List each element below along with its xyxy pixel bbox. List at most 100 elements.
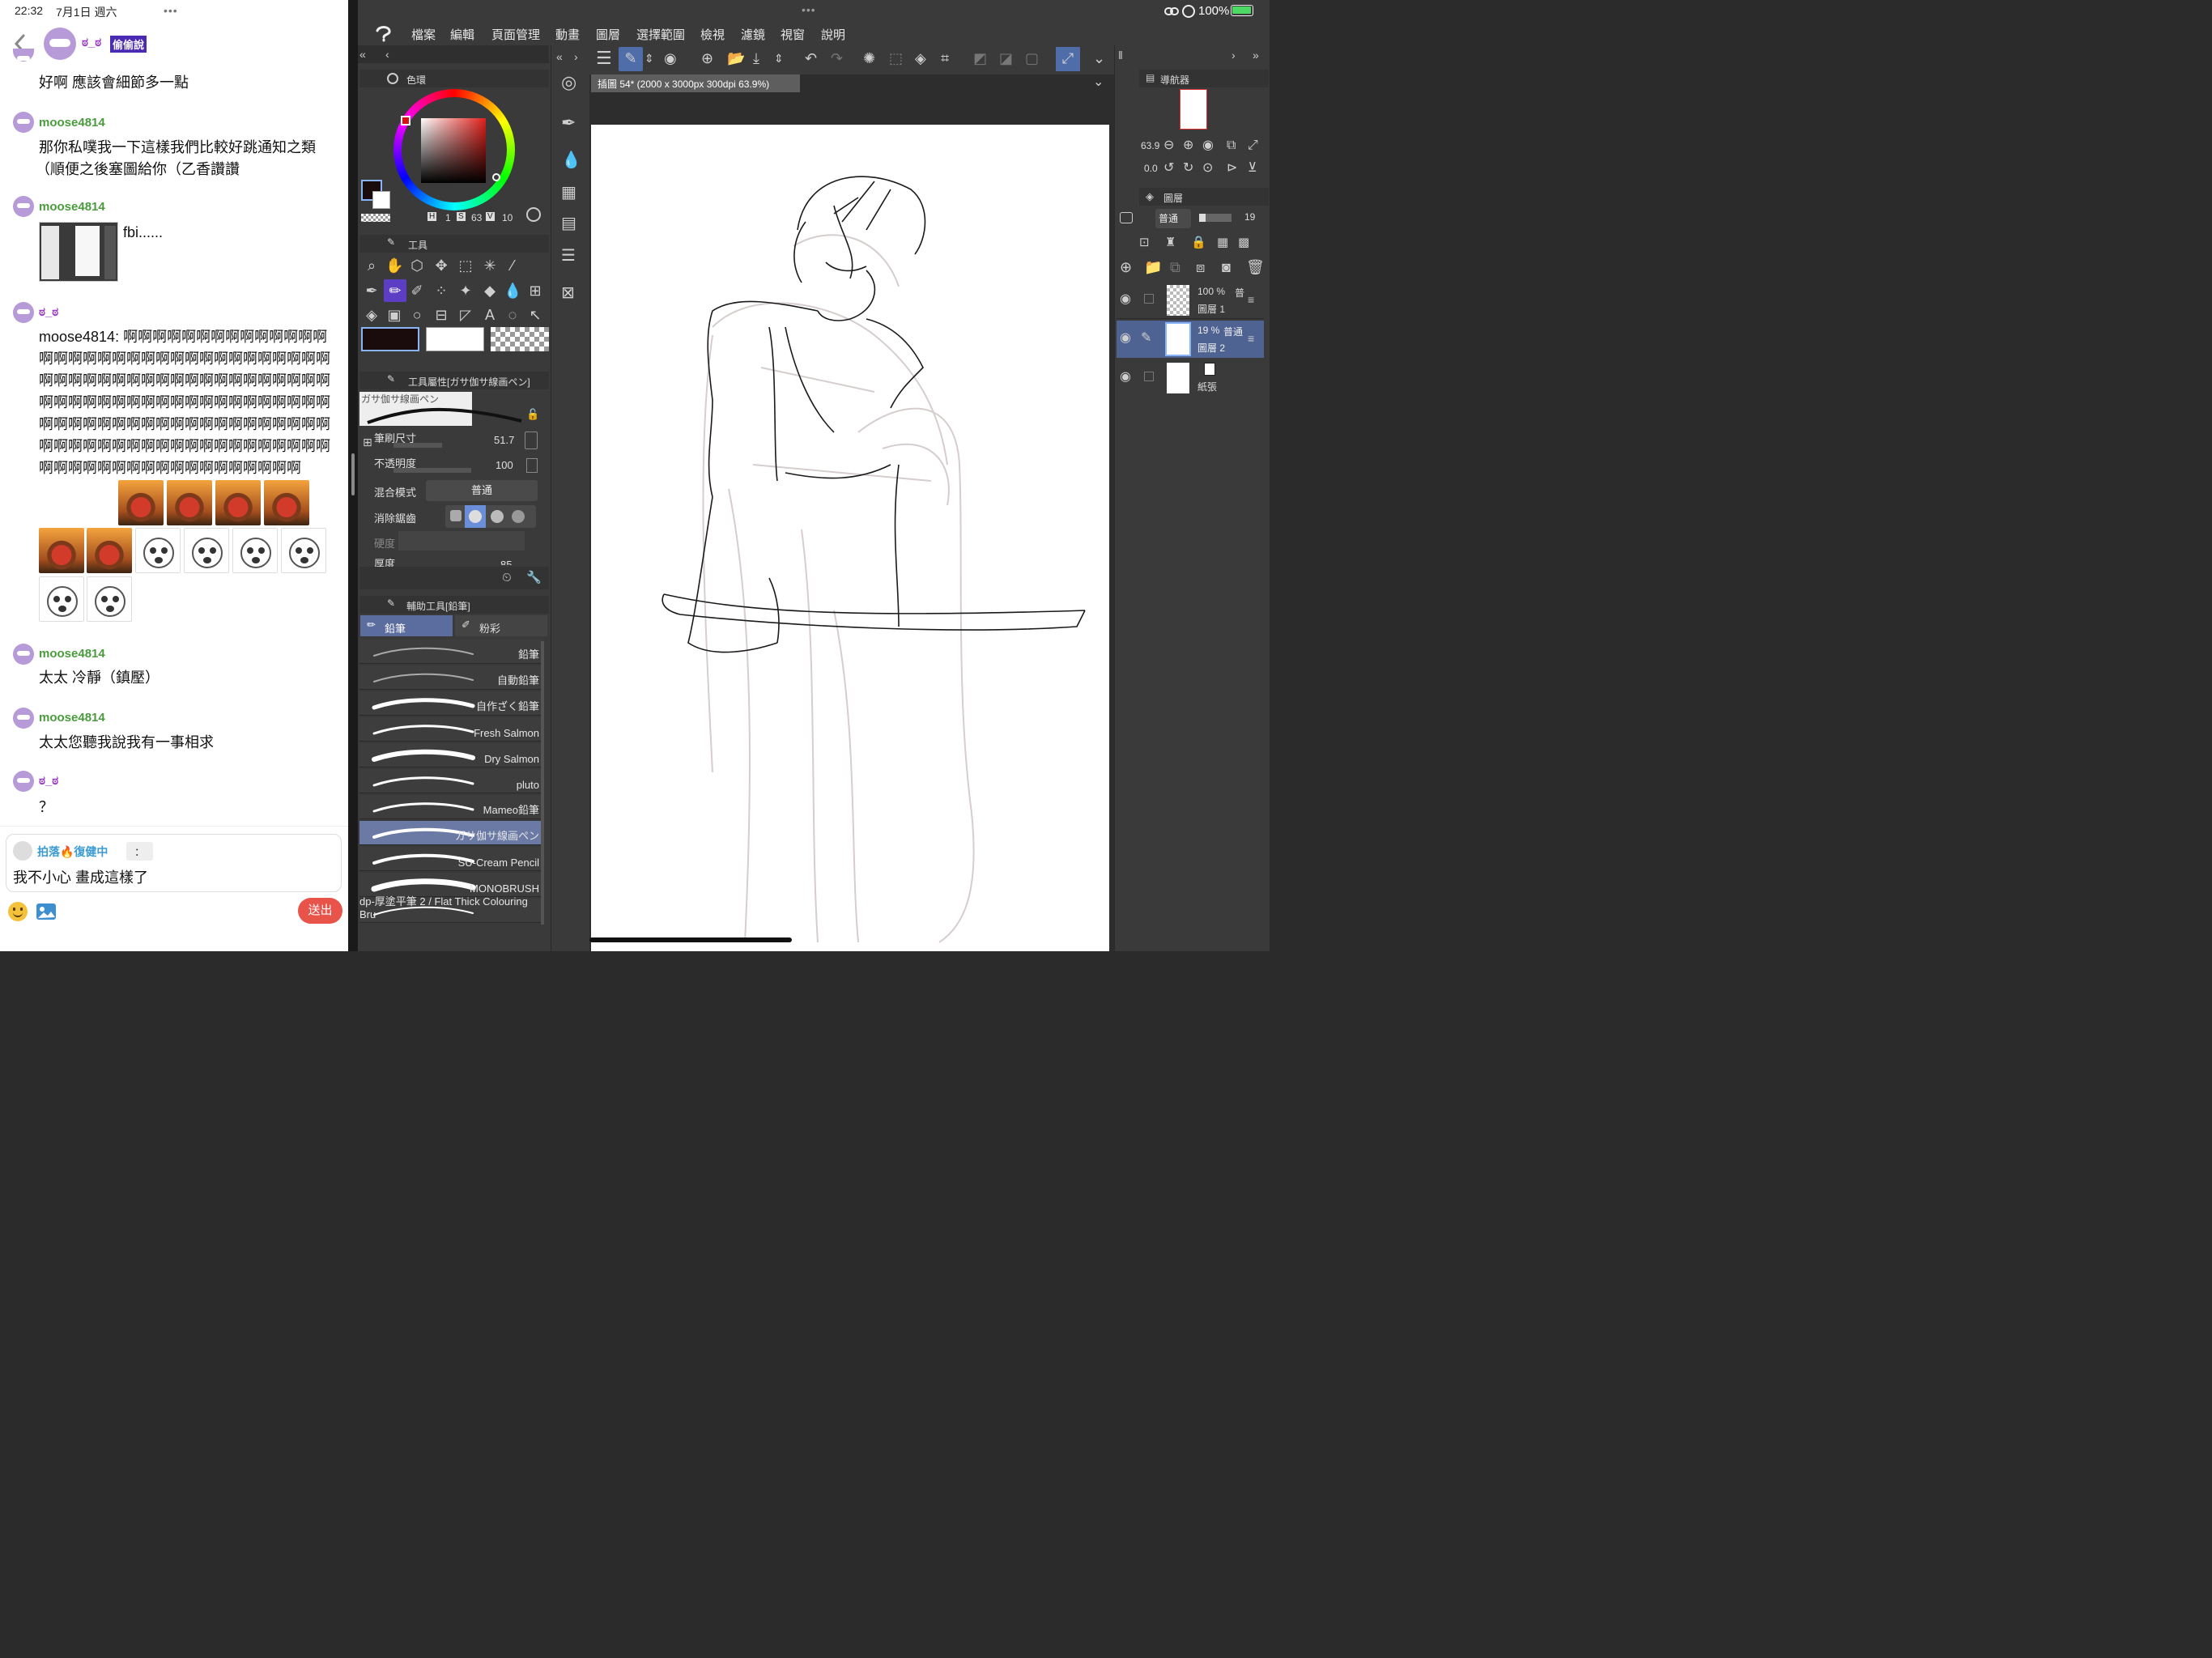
brush-item[interactable]: SU-Cream Pencil [359,847,542,871]
menu-edit[interactable]: 編輯 [450,26,474,43]
opacity-value[interactable]: 100 [496,459,513,471]
message-username[interactable]: moose4814 [39,116,105,130]
hardness-selector[interactable] [398,531,525,551]
eyedropper-icon[interactable]: ⁄ [504,257,521,274]
brush-item[interactable]: Mameo鉛筆 [359,795,542,819]
text-tool-icon[interactable]: A [481,307,499,323]
sub-color-bar[interactable] [426,327,484,351]
color-picker-cursor[interactable] [492,173,500,181]
document-tab[interactable]: 插圖 54* (2000 x 3000px 300dpi 63.9%) [591,74,800,92]
decoration-icon[interactable]: ✦ [457,283,474,299]
navigator-preview[interactable] [1180,89,1207,130]
merge-down-icon[interactable]: ⧉ [1170,259,1180,275]
composer-text[interactable]: 我不小心 畫成這樣了 [13,866,148,887]
layer-row[interactable]: ◉ 100 % 普 圖層 1 ≡ [1117,282,1264,319]
fit-window-icon[interactable]: ⤢ [1248,138,1258,154]
chevron-left-icon[interactable]: ‹ [385,46,389,62]
select-clear-icon[interactable]: ⬚ [889,50,903,66]
loading-icon[interactable]: ✺ [863,50,875,66]
zoom-tool-icon[interactable]: ⌕ [363,257,381,274]
multitask-dots[interactable]: ••• [164,4,178,17]
collapse-icon[interactable]: « [556,49,563,65]
ruler-tool-icon[interactable]: ◸ [457,307,474,323]
frame-tool-icon[interactable]: ⊟ [432,307,450,323]
new-folder-icon[interactable]: 📁 [1144,259,1162,275]
lock-transparency-icon[interactable]: ▦ [1217,235,1228,251]
reference-layer-icon[interactable]: ♜ [1165,235,1176,251]
actual-size-icon[interactable]: ⧉ [1227,138,1236,154]
blend-mode-select[interactable]: 普通 [426,480,538,501]
lock-icon[interactable]: 🔓 [526,406,539,423]
sticker-image[interactable] [39,576,84,622]
message-username[interactable]: moose4814 [39,200,105,214]
timeline-icon[interactable]: ▤ [561,215,576,232]
balloon-tool-icon[interactable]: ◌ [504,307,521,323]
layer-blend-select[interactable]: 普通 [1155,209,1191,228]
grip-icon[interactable]: ‖ [1118,47,1123,63]
layer-check[interactable] [1144,294,1154,304]
color-wheel[interactable] [393,89,515,210]
zoom-value[interactable]: 63.9 [1141,140,1159,151]
multitask-dots[interactable]: ••• [802,3,816,16]
correct-line-icon[interactable]: ↖ [526,307,544,323]
crop-icon[interactable]: ⌗ [941,50,949,66]
spiral-icon[interactable]: ◉ [664,50,677,66]
sub-color-swatch[interactable] [372,191,390,209]
menu-window[interactable]: 視窗 [781,26,805,43]
brush-list-scrollbar[interactable] [541,641,544,925]
opacity-toggle[interactable] [526,458,538,473]
menu-layer[interactable]: 圖層 [596,26,620,43]
send-button[interactable]: 送出 [298,898,342,924]
menu-help[interactable]: 說明 [821,26,845,43]
hand-tool-icon[interactable]: ✋ [385,257,403,274]
sticker-image[interactable] [167,480,212,525]
transform-icon[interactable]: ⊠ [561,285,575,301]
flip-horizontal-icon[interactable]: ⊳ [1227,160,1237,176]
brush-item[interactable]: 自動鉛筆 [359,665,542,690]
sticker-image[interactable] [232,528,278,573]
flip-vertical-icon[interactable]: ⊻ [1248,160,1257,176]
layer-check[interactable] [1144,372,1154,381]
chevron-down-icon[interactable]: ⌄ [1093,74,1104,91]
new-file-icon[interactable]: ⊕ [701,50,713,66]
rotate-left-icon[interactable]: ↺ [1163,160,1174,176]
layer-row-selected[interactable]: ◉ ✎ 19 % 普通 圖層 2 ≡ [1117,321,1264,358]
chevron-down-icon[interactable]: ⌄ [1093,50,1105,66]
brush-size-value[interactable]: 51.7 [494,434,514,446]
lock-icon[interactable]: 🔒 [1191,235,1206,251]
rotate-right-icon[interactable]: ↻ [1183,160,1193,176]
color-mode-icon[interactable] [526,207,541,222]
sticker-image[interactable] [215,480,261,525]
split-divider-handle[interactable] [351,453,355,495]
size-dropdown[interactable] [525,432,538,449]
sticker-image[interactable] [184,528,229,573]
thickness-value[interactable]: 85 [500,559,512,565]
main-color-bar[interactable] [361,327,419,351]
header-avatar[interactable] [44,28,76,60]
fit-icon[interactable]: ◉ [1202,138,1214,154]
water-drop-icon[interactable]: 💧 [561,152,581,168]
menu-icon[interactable]: ☰ [596,49,612,67]
marquee-tool-icon[interactable]: ⬚ [457,257,474,274]
brush-item[interactable]: Fresh Salmon [359,717,542,742]
home-indicator[interactable] [589,937,792,942]
message-input[interactable]: 拍落🔥復健中 ： 我不小心 畫成這樣了 [6,834,342,892]
chevron-right-icon[interactable]: › [1231,47,1236,63]
opacity-slider[interactable] [393,468,471,473]
grid-tool-icon[interactable]: ⊞ [526,283,544,299]
brush-item[interactable]: 鉛筆 [359,640,542,664]
blend-tool-icon[interactable]: 💧 [504,283,521,299]
wrench-icon[interactable]: 🔧 [526,570,542,586]
layer-opacity-slider[interactable] [1199,214,1231,222]
collapse-right-icon[interactable]: » [1253,47,1259,63]
brush-item[interactable]: 自作ざく鉛筆 [359,691,542,716]
antialiasing-selector[interactable] [445,505,536,528]
chevron-right-icon[interactable]: › [574,49,578,65]
object-tool-icon[interactable]: ⬡ [408,257,426,274]
menu-view[interactable]: 檢視 [700,26,725,43]
settings-icon[interactable]: ⏲ [502,570,512,586]
layer-mask-icon[interactable]: ◙ [1222,259,1231,275]
layer-menu-icon[interactable]: ≡ [1248,330,1254,346]
screenshot-thumbnail[interactable] [39,222,118,282]
layer-property-icon[interactable]: ☰ [561,248,576,264]
